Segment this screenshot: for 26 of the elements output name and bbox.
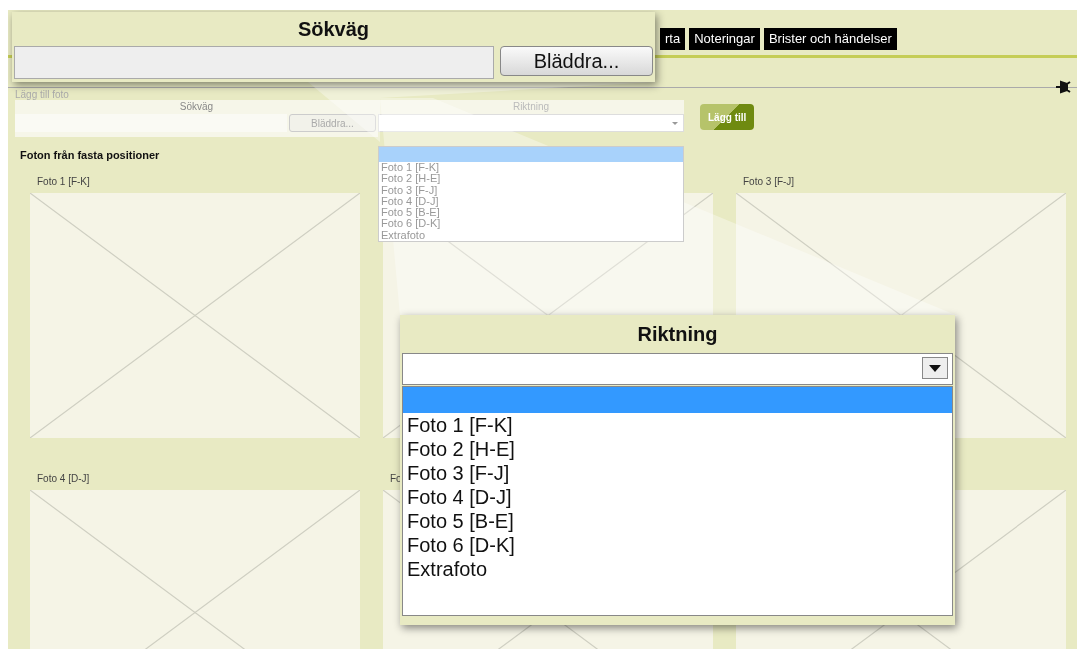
dropdown-button[interactable] xyxy=(922,357,948,379)
dropdown-option[interactable]: Foto 1 [F-K] xyxy=(403,413,952,437)
photo-label: Foto 1 [F-K] xyxy=(36,176,90,188)
tab[interactable]: Brister och händelser xyxy=(763,28,897,50)
field-label: Riktning xyxy=(511,100,551,114)
dropdown-arrow-icon xyxy=(927,363,943,373)
path-field[interactable] xyxy=(14,46,494,79)
path-field[interactable] xyxy=(15,114,287,132)
field-label: Sökväg xyxy=(178,100,215,114)
section-title: Foton från fasta positioner xyxy=(19,148,160,161)
pin-icon xyxy=(1055,80,1071,94)
dropdown-option[interactable]: Foto 2 [H-E] xyxy=(403,437,952,461)
photo-label: Foto 3 [F-J] xyxy=(742,176,795,188)
dropdown-option[interactable]: Foto 3 [F-J] xyxy=(403,461,952,485)
highlighted-option[interactable] xyxy=(379,147,683,162)
dropdown-option[interactable]: Foto 6 [D-K] xyxy=(403,533,952,557)
browse-button[interactable]: Bläddra... xyxy=(500,46,653,76)
tab[interactable]: Noteringar xyxy=(689,28,760,50)
tab[interactable]: rta xyxy=(660,28,686,50)
callout-title: Sökväg xyxy=(296,17,371,42)
form-title: Lägg till foto xyxy=(15,89,69,100)
callout-title: Riktning xyxy=(636,322,719,347)
photo-label: Foto 4 [D-J] xyxy=(36,473,90,485)
dropdown-option[interactable]: Foto 5 [B-E] xyxy=(403,509,952,533)
dropdown-option[interactable]: Foto 4 [D-J] xyxy=(403,485,952,509)
dropdown-option[interactable]: Extrafoto xyxy=(403,557,952,581)
